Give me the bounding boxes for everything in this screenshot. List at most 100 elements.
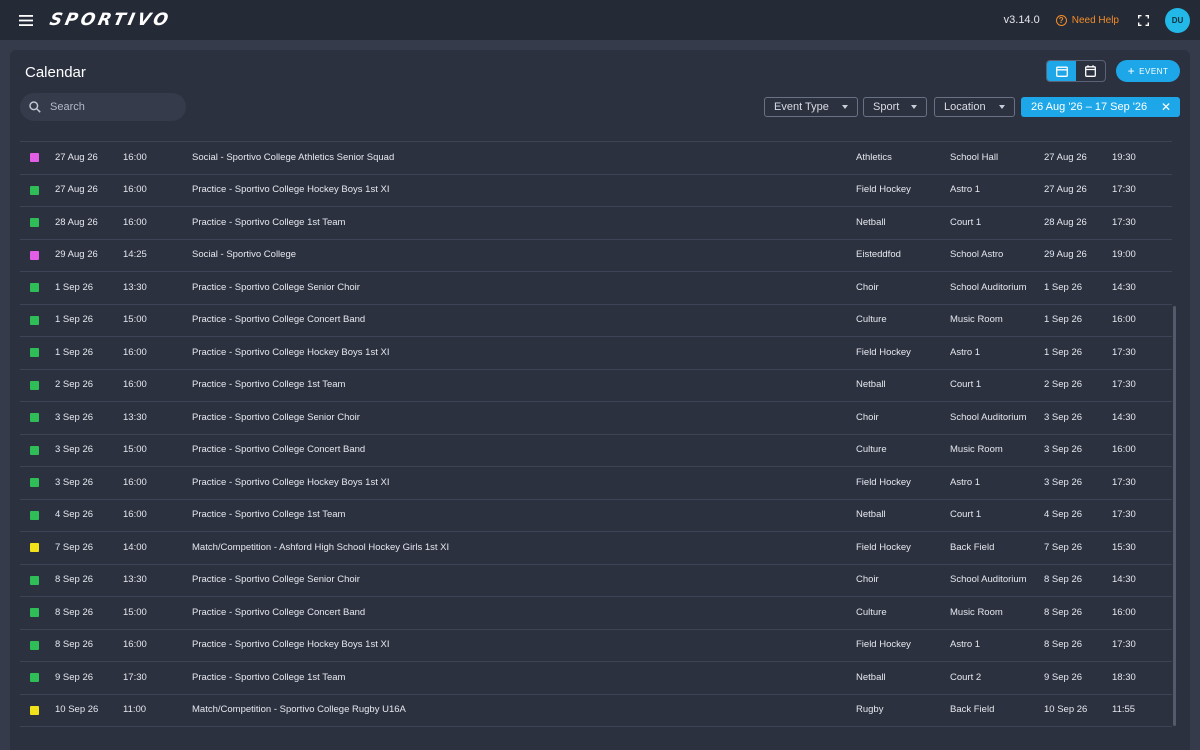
event-type-swatch (30, 705, 39, 715)
calendar-view-button[interactable] (1076, 61, 1105, 81)
event-start-date: 10 Sep 26 (55, 704, 99, 716)
event-start-date: 8 Sep 26 (55, 574, 94, 586)
event-location: Astro 1 (950, 476, 981, 488)
event-end-date: 8 Sep 26 (1044, 639, 1083, 651)
event-type-swatch (30, 575, 39, 585)
event-start-time: 16:00 (123, 216, 147, 228)
table-row[interactable]: 27 Aug 26 16:00 Social - Sportivo College … (20, 142, 1172, 175)
event-end-time: 17:30 (1112, 216, 1136, 228)
table-row[interactable]: 3 Sep 26 16:00 Practice - Sportivo College… (20, 467, 1172, 500)
table-row[interactable]: 1 Sep 26 16:00 Practice - Sportivo College… (20, 337, 1172, 370)
event-end-date: 1 Sep 26 (1044, 281, 1083, 293)
event-start-date: 27 Aug 26 (55, 151, 98, 163)
event-location: Music Room (950, 606, 1003, 618)
event-sport: Choir (856, 411, 879, 423)
event-start-date: 28 Aug 26 (55, 216, 98, 228)
app-logo[interactable]: SPORTIVO (48, 10, 173, 30)
list-view-button[interactable] (1047, 61, 1076, 81)
table-row[interactable]: 8 Sep 26 16:00 Practice - Sportivo College… (20, 630, 1172, 662)
search-input[interactable] (50, 101, 170, 113)
user-avatar[interactable]: DU (1165, 7, 1190, 33)
event-location: Astro 1 (950, 639, 981, 651)
event-type-filter-label: Event Type (774, 101, 829, 113)
table-row[interactable]: 1 Sep 26 15:00 Practice - Sportivo College… (20, 305, 1172, 337)
table-row[interactable]: 7 Sep 26 14:00 Match/Competition - Ashford… (20, 532, 1172, 565)
event-type-swatch (30, 153, 39, 163)
event-location: Astro 1 (950, 184, 981, 196)
event-end-date: 3 Sep 26 (1044, 444, 1083, 456)
add-event-button[interactable]: + EVENT (1116, 60, 1180, 82)
table-row[interactable]: 1 Sep 26 13:30 Practice - Sportivo College… (20, 272, 1172, 305)
search-box (20, 93, 186, 121)
event-end-time: 17:30 (1112, 476, 1136, 488)
event-start-time: 15:00 (123, 314, 147, 326)
event-start-date: 1 Sep 26 (55, 281, 94, 293)
event-end-time: 16:00 (1112, 444, 1136, 456)
event-end-date: 9 Sep 26 (1044, 671, 1083, 683)
event-location: Back Field (950, 704, 995, 716)
event-type-swatch (30, 185, 39, 195)
close-icon[interactable]: ✕ (1161, 101, 1171, 113)
table-row[interactable]: 27 Aug 26 16:00 Practice - Sportivo Colleg… (20, 175, 1172, 207)
scrollbar-thumb[interactable] (1173, 306, 1176, 726)
event-type-filter[interactable]: Event Type (764, 97, 858, 117)
event-end-date: 7 Sep 26 (1044, 541, 1083, 553)
table-row[interactable]: 3 Sep 26 15:00 Practice - Sportivo College… (20, 435, 1172, 467)
view-toggle (1046, 60, 1106, 82)
table-row[interactable]: 2 Sep 26 16:00 Practice - Sportivo College… (20, 370, 1172, 402)
event-start-time: 14:00 (123, 541, 147, 553)
event-start-date: 27 Aug 26 (55, 184, 98, 196)
sport-filter-label: Sport (873, 101, 900, 113)
hamburger-icon (19, 14, 33, 26)
table-row[interactable]: 9 Sep 26 17:30 Practice - Sportivo College… (20, 662, 1172, 695)
event-sport: Field Hockey (856, 476, 911, 488)
table-row[interactable]: 4 Sep 26 16:00 Practice - Sportivo College… (20, 500, 1172, 532)
location-filter[interactable]: Location (934, 97, 1015, 117)
event-type-swatch (30, 543, 39, 553)
event-sport: Culture (856, 314, 887, 326)
event-end-time: 16:00 (1112, 606, 1136, 618)
event-sport: Netball (856, 509, 886, 521)
event-type-swatch (30, 250, 39, 260)
table-row[interactable]: 8 Sep 26 15:00 Practice - Sportivo College… (20, 597, 1172, 630)
event-title: Match/Competition - Sportivo College Rug… (192, 704, 406, 716)
table-row[interactable]: 10 Sep 26 11:00 Match/Competition - Sporti… (20, 695, 1172, 727)
top-bar: SPORTIVO v3.14.0 ? Need Help DU (0, 0, 1200, 40)
event-start-time: 13:30 (123, 574, 147, 586)
event-type-swatch (30, 218, 39, 228)
event-location: Astro 1 (950, 346, 981, 358)
event-end-time: 17:30 (1112, 509, 1136, 521)
need-help-link[interactable]: ? Need Help (1055, 14, 1119, 26)
event-sport: Choir (856, 574, 879, 586)
page-title: Calendar (25, 64, 86, 81)
fullscreen-icon (1137, 14, 1149, 26)
event-end-date: 28 Aug 26 (1044, 216, 1087, 228)
event-end-time: 14:30 (1112, 574, 1136, 586)
event-title: Practice - Sportivo College Concert Band (192, 606, 366, 618)
table-row[interactable]: 29 Aug 26 14:25 Social - Sportivo College E… (20, 240, 1172, 272)
event-location: School Astro (950, 249, 1004, 261)
menu-button[interactable] (6, 0, 46, 40)
event-location: School Auditorium (950, 281, 1027, 293)
event-start-time: 16:00 (123, 639, 147, 651)
event-end-date: 4 Sep 26 (1044, 509, 1083, 521)
date-range-chip[interactable]: 26 Aug '26 – 17 Sep '26 ✕ (1021, 97, 1180, 117)
table-row[interactable]: 3 Sep 26 13:30 Practice - Sportivo College… (20, 402, 1172, 435)
location-filter-label: Location (944, 101, 986, 113)
sport-filter[interactable]: Sport (863, 97, 927, 117)
fullscreen-button[interactable] (1135, 12, 1151, 28)
event-title: Practice - Sportivo College Hockey Boys … (192, 346, 390, 358)
table-row[interactable]: 8 Sep 26 13:30 Practice - Sportivo College… (20, 565, 1172, 597)
event-title: Social - Sportivo College Athletics Seni… (192, 151, 395, 163)
event-type-swatch (30, 510, 39, 520)
help-icon: ? (1055, 14, 1067, 26)
event-location: School Hall (950, 151, 999, 163)
event-start-date: 3 Sep 26 (55, 411, 94, 423)
event-start-date: 3 Sep 26 (55, 476, 94, 488)
event-type-swatch (30, 283, 39, 293)
event-start-date: 29 Aug 26 (55, 249, 98, 261)
event-end-time: 11:55 (1112, 704, 1136, 716)
event-title: Practice - Sportivo College 1st Team (192, 509, 346, 521)
event-start-date: 2 Sep 26 (55, 379, 94, 391)
table-row[interactable]: 28 Aug 26 16:00 Practice - Sportivo Colleg… (20, 207, 1172, 240)
